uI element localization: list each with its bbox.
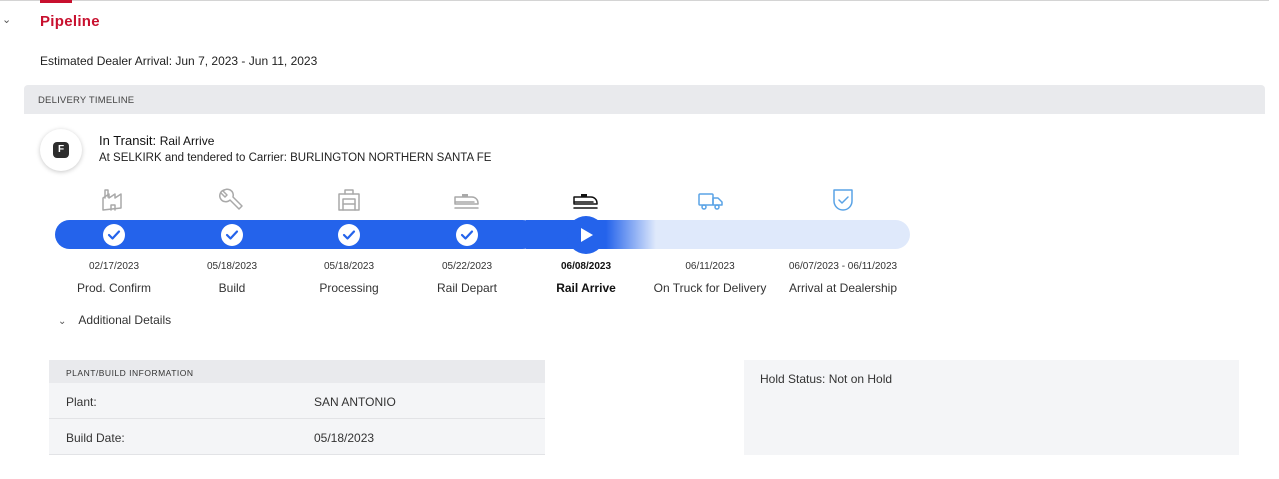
hold-status-text: Hold Status: Not on Hold: [760, 372, 893, 386]
build-date-value: 05/18/2023: [314, 431, 375, 445]
rail-depart-icon: [454, 194, 479, 209]
completed-check-icon: [103, 224, 125, 246]
hold-status-card: Hold Status: Not on Hold: [744, 360, 1239, 455]
factory-icon: [102, 189, 122, 211]
plant-row: Plant: SAN ANTONIO: [49, 383, 545, 419]
processing-icon: [338, 189, 360, 211]
timeline-step: 05/18/2023 Processing: [284, 261, 414, 295]
scrollbar[interactable]: [1269, 0, 1279, 479]
timeline-step: 06/11/2023 On Truck for Delivery: [645, 261, 775, 295]
plant-key: Plant:: [66, 395, 97, 409]
timeline-step: 06/08/2023 Rail Arrive: [521, 261, 651, 295]
completed-check-icon: [456, 224, 478, 246]
step-label: Rail Depart: [436, 281, 498, 295]
chevron-down-icon: ⌄: [58, 316, 67, 327]
plant-value: SAN ANTONIO: [314, 395, 396, 409]
wrench-icon: [219, 188, 243, 210]
timeline-step: 05/22/2023 Rail Depart: [402, 261, 532, 295]
section-title: Pipeline: [40, 13, 100, 30]
timeline-step: 05/18/2023 Build: [167, 261, 297, 295]
build-date-key: Build Date:: [66, 431, 125, 445]
timeline-progress-fade: [606, 220, 656, 249]
step-label: Rail Arrive: [556, 281, 616, 295]
additional-details-label: Additional Details: [78, 313, 172, 327]
estimated-arrival-text: Estimated Dealer Arrival: Jun 7, 2023 - …: [40, 54, 318, 68]
step-date: 05/18/2023: [323, 261, 375, 272]
step-label: Arrival at Dealership: [788, 281, 898, 295]
step-date: 06/08/2023: [560, 261, 612, 272]
current-play-icon[interactable]: [567, 216, 605, 254]
active-tab-indicator: [40, 0, 72, 3]
completed-check-icon: [338, 224, 360, 246]
step-date: 06/11/2023: [685, 261, 735, 272]
completed-check-icon: [221, 224, 243, 246]
collapse-pipeline-chevron-icon[interactable]: ⌄: [2, 13, 11, 26]
truck-icon: [698, 193, 723, 210]
step-date: 02/17/2023: [88, 261, 140, 272]
plant-build-card: PLANT/BUILD INFORMATION Plant: SAN ANTON…: [49, 360, 545, 455]
timeline-step: 06/07/2023 - 06/11/2023 Arrival at Dealer…: [778, 261, 908, 295]
top-divider: [0, 0, 1279, 1]
timeline-step: 02/17/2023 Prod. Confirm: [49, 261, 179, 295]
step-date: 05/22/2023: [441, 261, 493, 272]
step-label: Prod. Confirm: [76, 281, 152, 295]
delivery-timeline-panel: DELIVERY TIMELINE F In Transit: Rail Arr…: [24, 85, 1265, 479]
dealership-shield-icon: [833, 189, 853, 211]
step-label: Build: [218, 281, 246, 295]
step-date: 06/07/2023 - 06/11/2023: [788, 261, 898, 272]
rail-arrive-icon: [573, 194, 598, 209]
step-date: 05/18/2023: [206, 261, 258, 272]
additional-details-toggle[interactable]: ⌄ Additional Details: [58, 313, 171, 327]
build-date-row: Build Date: 05/18/2023: [49, 419, 545, 455]
plant-card-header: PLANT/BUILD INFORMATION: [49, 360, 545, 383]
step-label: On Truck for Delivery: [653, 281, 767, 295]
step-label: Processing: [319, 281, 379, 295]
